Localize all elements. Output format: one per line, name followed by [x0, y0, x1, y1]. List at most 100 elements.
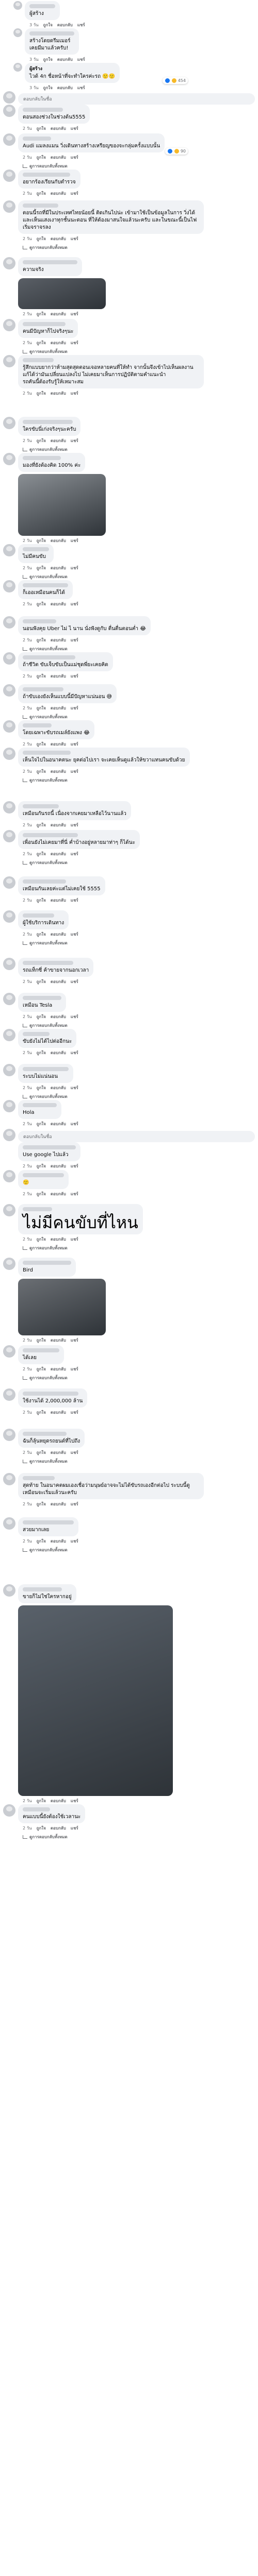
share-button[interactable]: แชร์	[71, 1798, 78, 1804]
like-button[interactable]: ถูกใจ	[37, 1084, 46, 1091]
reply-button[interactable]: ตอบกลับ	[51, 1013, 66, 1020]
author-name-redacted[interactable]	[23, 204, 58, 208]
author-name-redacted[interactable]	[23, 996, 61, 1000]
author-name-redacted[interactable]	[23, 1032, 50, 1036]
reply-button[interactable]: ตอบกลับ	[57, 56, 73, 63]
like-button[interactable]: ถูกใจ	[37, 340, 46, 346]
author-name-redacted[interactable]	[23, 108, 63, 112]
author-name-redacted[interactable]	[23, 751, 71, 755]
share-button[interactable]: แชร์	[71, 1121, 78, 1127]
like-button[interactable]: ถูกใจ	[37, 1163, 46, 1170]
avatar[interactable]	[13, 28, 22, 37]
avatar[interactable]	[3, 1473, 15, 1485]
avatar[interactable]	[3, 1100, 15, 1112]
author-name-redacted[interactable]	[23, 173, 70, 177]
like-button[interactable]: ถูกใจ	[37, 1366, 46, 1372]
author-name-redacted[interactable]	[23, 456, 61, 460]
comment-photo[interactable]	[18, 1279, 106, 1335]
avatar[interactable]	[3, 1029, 15, 1041]
share-button[interactable]: แชร์	[71, 537, 78, 544]
author-name-redacted[interactable]	[23, 804, 59, 808]
timestamp[interactable]: 2 วัน	[23, 1449, 32, 1456]
avatar[interactable]	[3, 580, 15, 592]
share-button[interactable]: แชร์	[71, 1337, 78, 1344]
author-name-redacted[interactable]	[23, 260, 77, 264]
author-name-redacted[interactable]	[23, 547, 49, 551]
share-button[interactable]: แชร์	[71, 1163, 78, 1170]
avatar[interactable]	[3, 1258, 15, 1270]
comment-photo[interactable]	[18, 1605, 173, 1796]
reply-button[interactable]: ตอบกลับ	[51, 235, 66, 242]
like-button[interactable]: ถูกใจ	[37, 1449, 46, 1456]
reply-button[interactable]: ตอบกลับ	[51, 1366, 66, 1372]
timestamp[interactable]: 2 วัน	[23, 1163, 32, 1170]
reply-button[interactable]: ตอบกลับ	[51, 125, 66, 132]
share-button[interactable]: แชร์	[71, 1191, 78, 1197]
timestamp[interactable]: 2 วัน	[23, 340, 32, 346]
like-button[interactable]: ถูกใจ	[37, 437, 46, 444]
view-replies-link[interactable]: ดูการตอบกลับทั้งหมด	[23, 573, 255, 580]
avatar[interactable]	[3, 1388, 15, 1401]
author-name-redacted[interactable]	[23, 961, 73, 965]
like-button[interactable]: ถูกใจ	[37, 768, 46, 775]
avatar[interactable]	[3, 1429, 15, 1441]
reply-button[interactable]: ตอบกลับ	[51, 1236, 66, 1243]
share-button[interactable]: แชร์	[71, 437, 78, 444]
share-button[interactable]: แชร์	[71, 1501, 78, 1507]
avatar[interactable]	[3, 684, 15, 697]
share-button[interactable]: แชร์	[71, 1049, 78, 1056]
reply-button[interactable]: ตอบกลับ	[51, 1191, 66, 1197]
avatar[interactable]	[3, 355, 15, 367]
reply-button[interactable]: ตอบกลับ	[51, 822, 66, 828]
reply-button[interactable]: ตอบกลับ	[51, 673, 66, 680]
timestamp[interactable]: 2 วัน	[23, 235, 32, 242]
avatar[interactable]	[3, 830, 15, 842]
share-button[interactable]: แชร์	[71, 705, 78, 711]
timestamp[interactable]: 2 วัน	[23, 822, 32, 828]
timestamp[interactable]: 2 วัน	[23, 1337, 32, 1344]
avatar[interactable]	[3, 748, 15, 760]
timestamp[interactable]: 2 วัน	[23, 851, 32, 857]
like-button[interactable]: ถูกใจ	[37, 1409, 46, 1416]
share-button[interactable]: แชร์	[71, 601, 78, 607]
timestamp[interactable]: 2 วัน	[23, 311, 32, 317]
like-button[interactable]: ถูกใจ	[37, 1121, 46, 1127]
reply-button[interactable]: ตอบกลับ	[51, 437, 66, 444]
reply-button[interactable]: ตอบกลับ	[51, 565, 66, 571]
timestamp[interactable]: 2 วัน	[23, 978, 32, 985]
like-button[interactable]: ถูกใจ	[37, 1236, 46, 1243]
reply-button[interactable]: ตอบกลับ	[51, 1798, 66, 1804]
reply-button[interactable]: ตอบกลับ	[51, 340, 66, 346]
reply-button[interactable]: ตอบกลับ	[51, 390, 66, 397]
timestamp[interactable]: 2 วัน	[23, 1825, 32, 1832]
like-button[interactable]: ถูกใจ	[37, 673, 46, 680]
share-button[interactable]: แชร์	[77, 56, 85, 63]
share-button[interactable]: แชร์	[71, 1538, 78, 1545]
share-button[interactable]: แชร์	[71, 390, 78, 397]
timestamp[interactable]: 2 วัน	[23, 1236, 32, 1243]
avatar[interactable]	[3, 544, 15, 556]
like-button[interactable]: ถูกใจ	[37, 125, 46, 132]
reply-button[interactable]: ตอบกลับ	[51, 1337, 66, 1344]
timestamp[interactable]: 2 วัน	[23, 1013, 32, 1020]
avatar[interactable]	[13, 63, 22, 72]
avatar[interactable]	[3, 616, 15, 629]
share-button[interactable]: แชร์	[71, 1366, 78, 1372]
author-name-redacted[interactable]	[23, 1476, 55, 1480]
share-button[interactable]: แชร์	[71, 1409, 78, 1416]
share-button[interactable]: แชร์	[71, 190, 78, 197]
avatar[interactable]	[3, 1064, 15, 1076]
comment-photo[interactable]	[18, 474, 106, 536]
like-button[interactable]: ถูกใจ	[37, 390, 46, 397]
reply-button[interactable]: ตอบกลับ	[57, 22, 73, 28]
reply-button[interactable]: ตอบกลับ	[51, 931, 66, 938]
timestamp[interactable]: 2 วัน	[23, 741, 32, 748]
like-button[interactable]: ถูกใจ	[37, 1191, 46, 1197]
timestamp[interactable]: 2 วัน	[23, 637, 32, 643]
reply-button[interactable]: ตอบกลับ	[51, 1084, 66, 1091]
reply-button[interactable]: ตอบกลับ	[51, 537, 66, 544]
author-name-redacted[interactable]	[23, 137, 51, 141]
view-replies-link[interactable]: ดูการตอบกลับทั้งหมด	[23, 859, 255, 866]
comment-photo[interactable]	[18, 278, 106, 309]
like-button[interactable]: ถูกใจ	[37, 1798, 46, 1804]
